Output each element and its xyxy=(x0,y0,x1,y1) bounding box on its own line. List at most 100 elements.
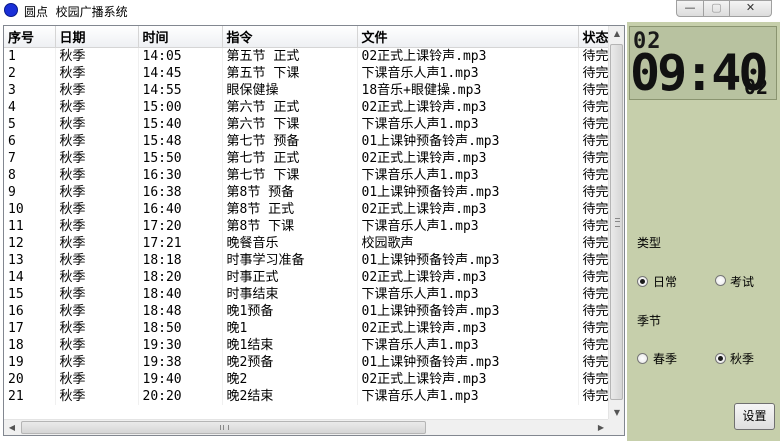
scroll-left-arrow-icon[interactable]: ◀ xyxy=(4,420,20,435)
settings-button[interactable]: 设置 xyxy=(734,403,775,430)
radio-exam[interactable] xyxy=(715,275,726,286)
cell-status: 待完 xyxy=(578,65,609,82)
cell-status: 待完 xyxy=(578,184,609,201)
table-row[interactable]: 12 秋季 17:21 晚餐音乐 校园歌声 待完 xyxy=(4,235,609,252)
radio-spring[interactable] xyxy=(637,353,648,364)
cell-command: 第七节 正式 xyxy=(222,150,358,167)
table-row[interactable]: 9 秋季 16:38 第8节 预备 01上课钟预备铃声.mp3 待完 xyxy=(4,184,609,201)
cell-index: 11 xyxy=(4,218,56,235)
close-button[interactable]: ✕ xyxy=(729,0,772,17)
cell-index: 15 xyxy=(4,286,56,303)
table-grid: 序号 日期 时间 指令 文件 状态 1 秋季 14:05 第五节 正式 02正式上课铃声… xyxy=(4,26,609,421)
radio-exam-label[interactable]: 考试 xyxy=(730,273,754,290)
cell-status: 待完 xyxy=(578,354,609,371)
cell-time: 17:20 xyxy=(138,218,223,235)
table-row[interactable]: 10 秋季 16:40 第8节 正式 02正式上课铃声.mp3 待完 xyxy=(4,201,609,218)
cell-index: 20 xyxy=(4,371,56,388)
table-row[interactable]: 5 秋季 15:40 第六节 下课 下课音乐人声1.mp3 待完 xyxy=(4,116,609,133)
radio-autumn[interactable] xyxy=(715,353,726,364)
cell-time: 19:30 xyxy=(138,337,223,354)
table-row[interactable]: 3 秋季 14:55 眼保健操 18音乐+眼健操.mp3 待完 xyxy=(4,82,609,99)
cell-command: 第七节 预备 xyxy=(222,133,358,150)
cell-command: 时事正式 xyxy=(222,269,358,286)
cell-command: 第七节 下课 xyxy=(222,167,358,184)
cell-file: 02正式上课铃声.mp3 xyxy=(357,150,579,167)
cell-index: 19 xyxy=(4,354,56,371)
cell-command: 时事结束 xyxy=(222,286,358,303)
cell-index: 14 xyxy=(4,269,56,286)
vertical-scroll-thumb[interactable] xyxy=(610,44,623,400)
cell-file: 下课音乐人声1.mp3 xyxy=(357,388,579,405)
column-header-file[interactable]: 文件 xyxy=(357,26,579,48)
column-header-date[interactable]: 日期 xyxy=(55,26,139,48)
table-row[interactable]: 20 秋季 19:40 晚2 02正式上课铃声.mp3 待完 xyxy=(4,371,609,388)
scroll-up-arrow-icon[interactable]: ▲ xyxy=(609,26,624,42)
table-row[interactable]: 8 秋季 16:30 第七节 下课 下课音乐人声1.mp3 待完 xyxy=(4,167,609,184)
table-row[interactable]: 13 秋季 18:18 时事学习准备 01上课钟预备铃声.mp3 待完 xyxy=(4,252,609,269)
cell-command: 晚2结束 xyxy=(222,388,358,405)
cell-file: 下课音乐人声1.mp3 xyxy=(357,337,579,354)
horizontal-scroll-thumb[interactable] xyxy=(21,421,426,434)
table-row[interactable]: 21 秋季 20:20 晚2结束 下课音乐人声1.mp3 待完 xyxy=(4,388,609,405)
table-row[interactable]: 17 秋季 18:50 晚1 02正式上课铃声.mp3 待完 xyxy=(4,320,609,337)
radio-spring-label[interactable]: 春季 xyxy=(653,350,677,367)
table-row[interactable]: 4 秋季 15:00 第六节 正式 02正式上课铃声.mp3 待完 xyxy=(4,99,609,116)
maximize-button[interactable]: ▢ xyxy=(703,0,730,17)
cell-status: 待完 xyxy=(578,99,609,116)
cell-file: 01上课钟预备铃声.mp3 xyxy=(357,303,579,320)
cell-time: 16:30 xyxy=(138,167,223,184)
table-row[interactable]: 15 秋季 18:40 时事结束 下课音乐人声1.mp3 待完 xyxy=(4,286,609,303)
control-panel: 02 09:40 02 类型 日常 考试 季节 春季 秋季 设置 xyxy=(627,22,780,441)
table-row[interactable]: 11 秋季 17:20 第8节 下课 下课音乐人声1.mp3 待完 xyxy=(4,218,609,235)
cell-file: 02正式上课铃声.mp3 xyxy=(357,320,579,337)
cell-date: 秋季 xyxy=(55,184,139,201)
table-row[interactable]: 6 秋季 15:48 第七节 预备 01上课钟预备铃声.mp3 待完 xyxy=(4,133,609,150)
column-header-time[interactable]: 时间 xyxy=(138,26,223,48)
vertical-scrollbar[interactable]: ▲ ▼ xyxy=(608,26,624,421)
cell-date: 秋季 xyxy=(55,201,139,218)
table-row[interactable]: 7 秋季 15:50 第七节 正式 02正式上课铃声.mp3 待完 xyxy=(4,150,609,167)
minimize-button[interactable]: — xyxy=(676,0,704,17)
column-header-index[interactable]: 序号 xyxy=(4,26,56,48)
cell-date: 秋季 xyxy=(55,65,139,82)
table-row[interactable]: 14 秋季 18:20 时事正式 02正式上课铃声.mp3 待完 xyxy=(4,269,609,286)
table-row[interactable]: 2 秋季 14:45 第五节 下课 下课音乐人声1.mp3 待完 xyxy=(4,65,609,82)
table-row[interactable]: 19 秋季 19:38 晚2预备 01上课钟预备铃声.mp3 待完 xyxy=(4,354,609,371)
horizontal-scrollbar[interactable]: ◀ ▶ xyxy=(4,419,609,435)
cell-status: 待完 xyxy=(578,167,609,184)
cell-command: 第8节 下课 xyxy=(222,218,358,235)
table-row[interactable]: 18 秋季 19:30 晚1结束 下课音乐人声1.mp3 待完 xyxy=(4,337,609,354)
cell-index: 3 xyxy=(4,82,56,99)
cell-file: 下课音乐人声1.mp3 xyxy=(357,167,579,184)
cell-time: 18:18 xyxy=(138,252,223,269)
table-row[interactable]: 16 秋季 18:48 晚1预备 01上课钟预备铃声.mp3 待完 xyxy=(4,303,609,320)
cell-command: 晚1结束 xyxy=(222,337,358,354)
type-label: 类型 xyxy=(637,236,662,250)
schedule-table[interactable]: 序号 日期 时间 指令 文件 状态 1 秋季 14:05 第五节 正式 02正式上课铃声… xyxy=(3,25,625,436)
scroll-right-arrow-icon[interactable]: ▶ xyxy=(593,420,609,435)
cell-index: 5 xyxy=(4,116,56,133)
column-header-status[interactable]: 状态 xyxy=(578,26,609,48)
radio-daily[interactable] xyxy=(637,276,648,287)
cell-time: 15:00 xyxy=(138,99,223,116)
app-icon xyxy=(4,3,18,17)
cell-time: 16:40 xyxy=(138,201,223,218)
cell-date: 秋季 xyxy=(55,371,139,388)
cell-file: 18音乐+眼健操.mp3 xyxy=(357,82,579,99)
cell-command: 第六节 下课 xyxy=(222,116,358,133)
cell-status: 待完 xyxy=(578,286,609,303)
cell-status: 待完 xyxy=(578,337,609,354)
cell-file: 01上课钟预备铃声.mp3 xyxy=(357,354,579,371)
cell-command: 晚1 xyxy=(222,320,358,337)
column-header-command[interactable]: 指令 xyxy=(222,26,358,48)
cell-date: 秋季 xyxy=(55,337,139,354)
cell-status: 待完 xyxy=(578,150,609,167)
cell-command: 晚2预备 xyxy=(222,354,358,371)
cell-index: 1 xyxy=(4,47,56,65)
radio-autumn-label[interactable]: 秋季 xyxy=(730,350,754,367)
radio-daily-label[interactable]: 日常 xyxy=(653,273,677,290)
table-row[interactable]: 1 秋季 14:05 第五节 正式 02正式上课铃声.mp3 待完 xyxy=(4,47,609,65)
cell-status: 待完 xyxy=(578,252,609,269)
cell-date: 秋季 xyxy=(55,133,139,150)
cell-time: 18:20 xyxy=(138,269,223,286)
